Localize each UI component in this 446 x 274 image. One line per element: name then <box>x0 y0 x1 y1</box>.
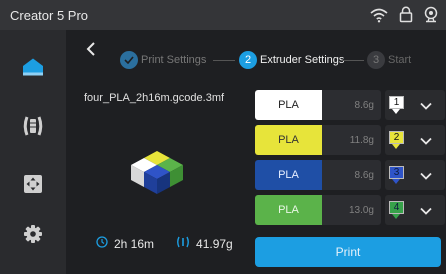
filament-usage: 41.97g <box>176 236 233 251</box>
material-weight: 8.6g <box>322 160 381 190</box>
move-icon <box>23 174 43 199</box>
material-row: PLA 8.6g 3 <box>255 160 445 190</box>
material-name: PLA <box>278 134 299 146</box>
step-label: Start <box>388 54 412 66</box>
slot-select[interactable]: 2 <box>385 125 445 155</box>
print-time: 2h 16m <box>96 236 154 251</box>
slot-select[interactable]: 4 <box>385 195 445 225</box>
filament-usage-value: 41.97g <box>196 236 233 251</box>
step-divider <box>213 60 235 61</box>
step-label: Extruder Settings <box>260 54 345 66</box>
step-number: 3 <box>367 51 385 69</box>
material-swatch[interactable]: PLA <box>255 125 322 155</box>
step-print-settings: Print Settings <box>120 51 206 69</box>
clock-icon <box>96 236 108 251</box>
filament-weight-icon <box>176 236 190 251</box>
print-button[interactable]: Print <box>255 237 441 267</box>
material-name: PLA <box>278 204 299 216</box>
material-row: PLA 11.8g 2 <box>255 125 445 155</box>
sidebar-item-home[interactable] <box>0 49 66 89</box>
slot-number: 1 <box>389 96 404 109</box>
material-weight: 8.6g <box>322 90 381 120</box>
step-extruder-settings: 2 Extruder Settings <box>239 51 344 69</box>
material-name: PLA <box>278 99 299 111</box>
slot-badge: 4 <box>389 201 404 219</box>
material-swatch[interactable]: PLA <box>255 160 322 190</box>
slot-badge: 3 <box>389 166 404 184</box>
webcam-icon[interactable] <box>424 6 438 23</box>
slot-number: 2 <box>389 131 404 144</box>
file-name: four_PLA_2h16m.gcode.3mf <box>84 92 225 104</box>
check-icon <box>120 51 138 69</box>
chevron-down-icon <box>419 99 433 117</box>
sidebar-item-move[interactable] <box>0 166 66 206</box>
print-stats: 2h 16m 41.97g <box>96 236 233 251</box>
step-label: Print Settings <box>141 54 207 66</box>
back-button[interactable] <box>84 40 98 58</box>
material-swatch[interactable]: PLA <box>255 90 322 120</box>
slot-badge: 2 <box>389 131 404 149</box>
settings-icon <box>23 224 43 249</box>
title-bar: Creator 5 Pro <box>0 0 446 30</box>
lock-icon[interactable] <box>399 6 413 23</box>
filament-icon <box>23 115 43 142</box>
step-divider <box>342 60 364 61</box>
step-start: 3 Start <box>367 51 411 69</box>
material-swatch[interactable]: PLA <box>255 195 322 225</box>
material-row: PLA 13.0g 4 <box>255 195 445 225</box>
sidebar <box>0 30 66 274</box>
material-name: PLA <box>278 169 299 181</box>
app-title: Creator 5 Pro <box>10 7 89 23</box>
step-number: 2 <box>239 51 257 69</box>
main-panel: Print Settings 2 Extruder Settings 3 Sta… <box>66 30 446 274</box>
print-time-value: 2h 16m <box>114 236 155 251</box>
material-weight: 13.0g <box>322 195 381 225</box>
home-icon <box>22 57 44 82</box>
material-weight: 11.8g <box>322 125 381 155</box>
chevron-down-icon <box>419 169 433 187</box>
slot-badge: 1 <box>389 96 404 114</box>
chevron-down-icon <box>419 134 433 152</box>
stepper: Print Settings 2 Extruder Settings 3 Sta… <box>66 30 446 69</box>
slot-select[interactable]: 3 <box>385 160 445 190</box>
material-row: PLA 8.6g 1 <box>255 90 445 120</box>
sidebar-item-filament[interactable] <box>0 108 66 148</box>
wifi-icon[interactable] <box>370 7 388 23</box>
slot-number: 4 <box>389 201 404 214</box>
model-preview <box>126 148 188 211</box>
slot-number: 3 <box>389 166 404 179</box>
chevron-down-icon <box>419 204 433 222</box>
sidebar-item-settings[interactable] <box>0 216 66 256</box>
slot-select[interactable]: 1 <box>385 90 445 120</box>
